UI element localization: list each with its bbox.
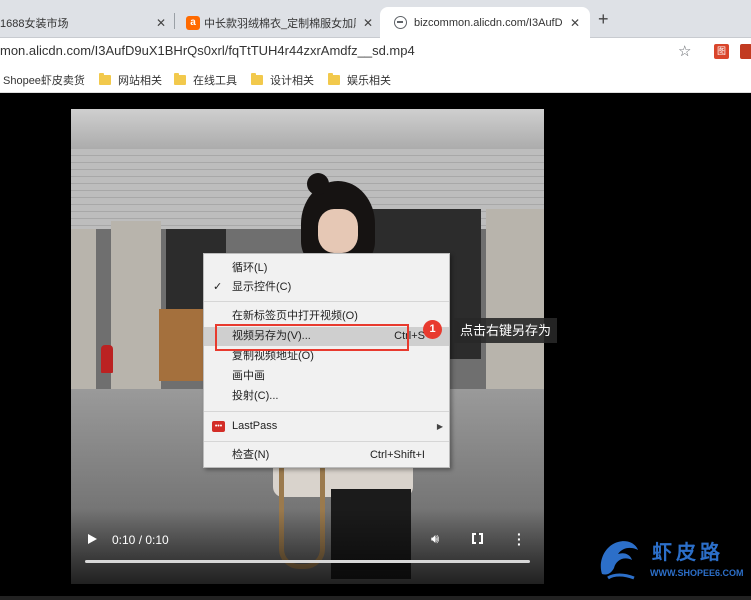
folder-icon [174,73,186,85]
instruction-tooltip: 点击右键另存为 [454,318,558,343]
alibaba-favicon-icon: a [186,15,200,30]
tab-title: 中长款羽绒棉衣_定制棉服女加厚 [204,17,356,30]
menu-item-inspect[interactable]: 检查(N) Ctrl+Shift+I [204,446,449,465]
watermark-url: WWW.SHOPEE6.COM [650,568,744,578]
menu-item-label: 检查(N) [232,449,270,461]
menu-item-shortcut: Ctrl+Shift+I [369,449,425,461]
highlight-box [215,324,409,351]
tab-product[interactable]: a 中长款羽绒棉衣_定制棉服女加厚 ✕ [180,7,378,38]
bookmark-label: 在线工具 [193,75,237,87]
context-menu: 循环(L) ✓ 显示控件(C) 在新标签页中打开视频(O) 视频另存为(V)..… [203,253,450,468]
bookmark-folder[interactable]: 在线工具 [174,72,237,88]
video-frame-background [486,209,544,389]
watermark-title: 虾皮路 [652,542,724,564]
bookmark-folder[interactable]: 网站相关 [99,72,162,88]
tab-1688[interactable]: 1688女装市场 ✕ [0,7,172,38]
more-options-icon[interactable]: · · · [517,527,522,551]
video-frame-background [111,221,161,389]
menu-item-label: 显示控件(C) [232,281,292,293]
video-frame-person [307,173,329,195]
video-frame-background [159,309,209,381]
video-frame-background [101,345,113,373]
menu-item-label: LastPass [232,420,278,432]
menu-item-picture-in-picture[interactable]: 画中画 [204,367,449,386]
bookmark-label: 设计相关 [270,75,314,87]
bookmark-label: 网站相关 [118,75,162,87]
menu-item-label: 画中画 [232,370,265,382]
menu-item-cast[interactable]: 投射(C)... [204,387,449,406]
close-icon[interactable]: ✕ [156,16,166,30]
dragon-logo-icon [600,541,638,580]
bookmark-label: 娱乐相关 [347,75,391,87]
browser-window: 1688女装市场 ✕ a 中长款羽绒棉衣_定制棉服女加厚 ✕ bizcommon… [0,0,751,600]
menu-separator [204,301,449,302]
bookmark-folder[interactable]: 娱乐相关 [328,72,391,88]
bookmark-folder[interactable]: 设计相关 [251,72,314,88]
time-display: 0:10 / 0:10 [112,533,169,547]
tab-separator [174,13,175,29]
tab-video-active[interactable]: bizcommon.alicdn.com/I3AufD ✕ [380,7,590,38]
menu-separator [204,441,449,442]
close-icon[interactable]: ✕ [570,16,580,30]
folder-icon [251,73,263,85]
folder-icon [328,73,340,85]
tab-title: bizcommon.alicdn.com/I3AufD [414,16,563,29]
tab-title: 1688女装市场 [0,17,69,30]
bookmarks-bar: Shopee虾皮卖货 网站相关 在线工具 设计相关 娱乐相关 [0,66,751,93]
folder-icon [99,73,111,85]
menu-item-label: 循环(L) [232,262,268,274]
globe-icon [394,16,407,29]
bottom-edge [0,596,751,600]
submenu-arrow-icon: ▶ [436,422,443,431]
menu-item-label: 投射(C)... [232,390,279,402]
checkmark-icon: ✓ [213,281,223,293]
video-frame-person [318,209,358,253]
fullscreen-icon[interactable] [472,532,483,545]
bookmark-label: Shopee虾皮卖货 [3,75,85,87]
extension-icon[interactable]: 图 [714,44,729,59]
menu-separator [204,411,449,412]
new-tab-button[interactable]: + [598,9,609,30]
menu-item-lastpass[interactable]: ••• LastPass ▶ [204,417,449,436]
bookmark-item[interactable]: Shopee虾皮卖货 [3,72,85,88]
progress-bar[interactable] [85,560,530,563]
menu-item-loop[interactable]: 循环(L) [204,259,449,278]
tab-strip: 1688女装市场 ✕ a 中长款羽绒棉衣_定制棉服女加厚 ✕ bizcommon… [0,0,751,38]
lastpass-icon: ••• [212,421,225,432]
close-icon[interactable]: ✕ [363,16,373,30]
video-frame-background [71,229,96,389]
bookmark-star-icon[interactable]: ☆ [678,42,691,60]
play-icon[interactable] [88,534,97,544]
step-badge: 1 [423,320,442,339]
extension-icon[interactable] [740,44,751,59]
menu-item-show-controls[interactable]: ✓ 显示控件(C) [204,278,449,297]
url-field[interactable]: mon.alicdn.com/I3AufD9uX1BHrQs0xrl/fqTtT… [0,43,415,58]
volume-icon[interactable]: 🔊︎ [431,531,439,547]
address-bar: mon.alicdn.com/I3AufD9uX1BHrQs0xrl/fqTtT… [0,38,751,66]
